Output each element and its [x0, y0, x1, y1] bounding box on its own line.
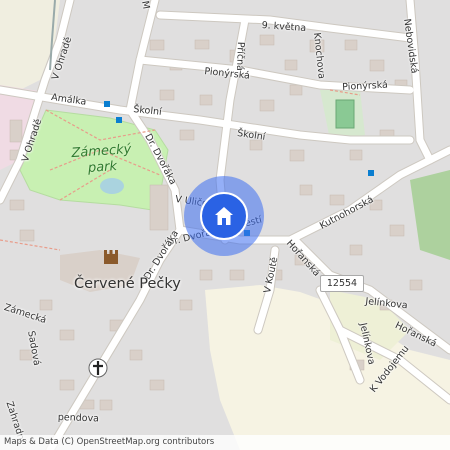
park-name: Zámecký park: [71, 141, 132, 176]
home-icon: [215, 207, 233, 225]
location-pin[interactable]: [200, 192, 248, 240]
map-attribution[interactable]: Maps & Data (C) OpenStreetMap.org contri…: [0, 435, 450, 450]
pond: [100, 178, 124, 194]
street-label: pendova: [57, 412, 100, 425]
bus-stop-icon: [116, 117, 122, 123]
castle-icon: [104, 250, 118, 264]
park-label: Zámecký park: [71, 142, 133, 178]
road-number-shield: 12554: [320, 275, 364, 292]
church-icon: [88, 358, 108, 378]
bus-stop-icon: [368, 170, 374, 176]
town-label: Červené Pečky: [74, 276, 181, 292]
street-label: Příčná: [233, 41, 246, 72]
sports-pitch: [335, 99, 355, 129]
map-canvas[interactable]: 9. května Nebovidská M V Ohradě Amálka P…: [0, 0, 450, 450]
bus-stop-icon: [104, 101, 110, 107]
